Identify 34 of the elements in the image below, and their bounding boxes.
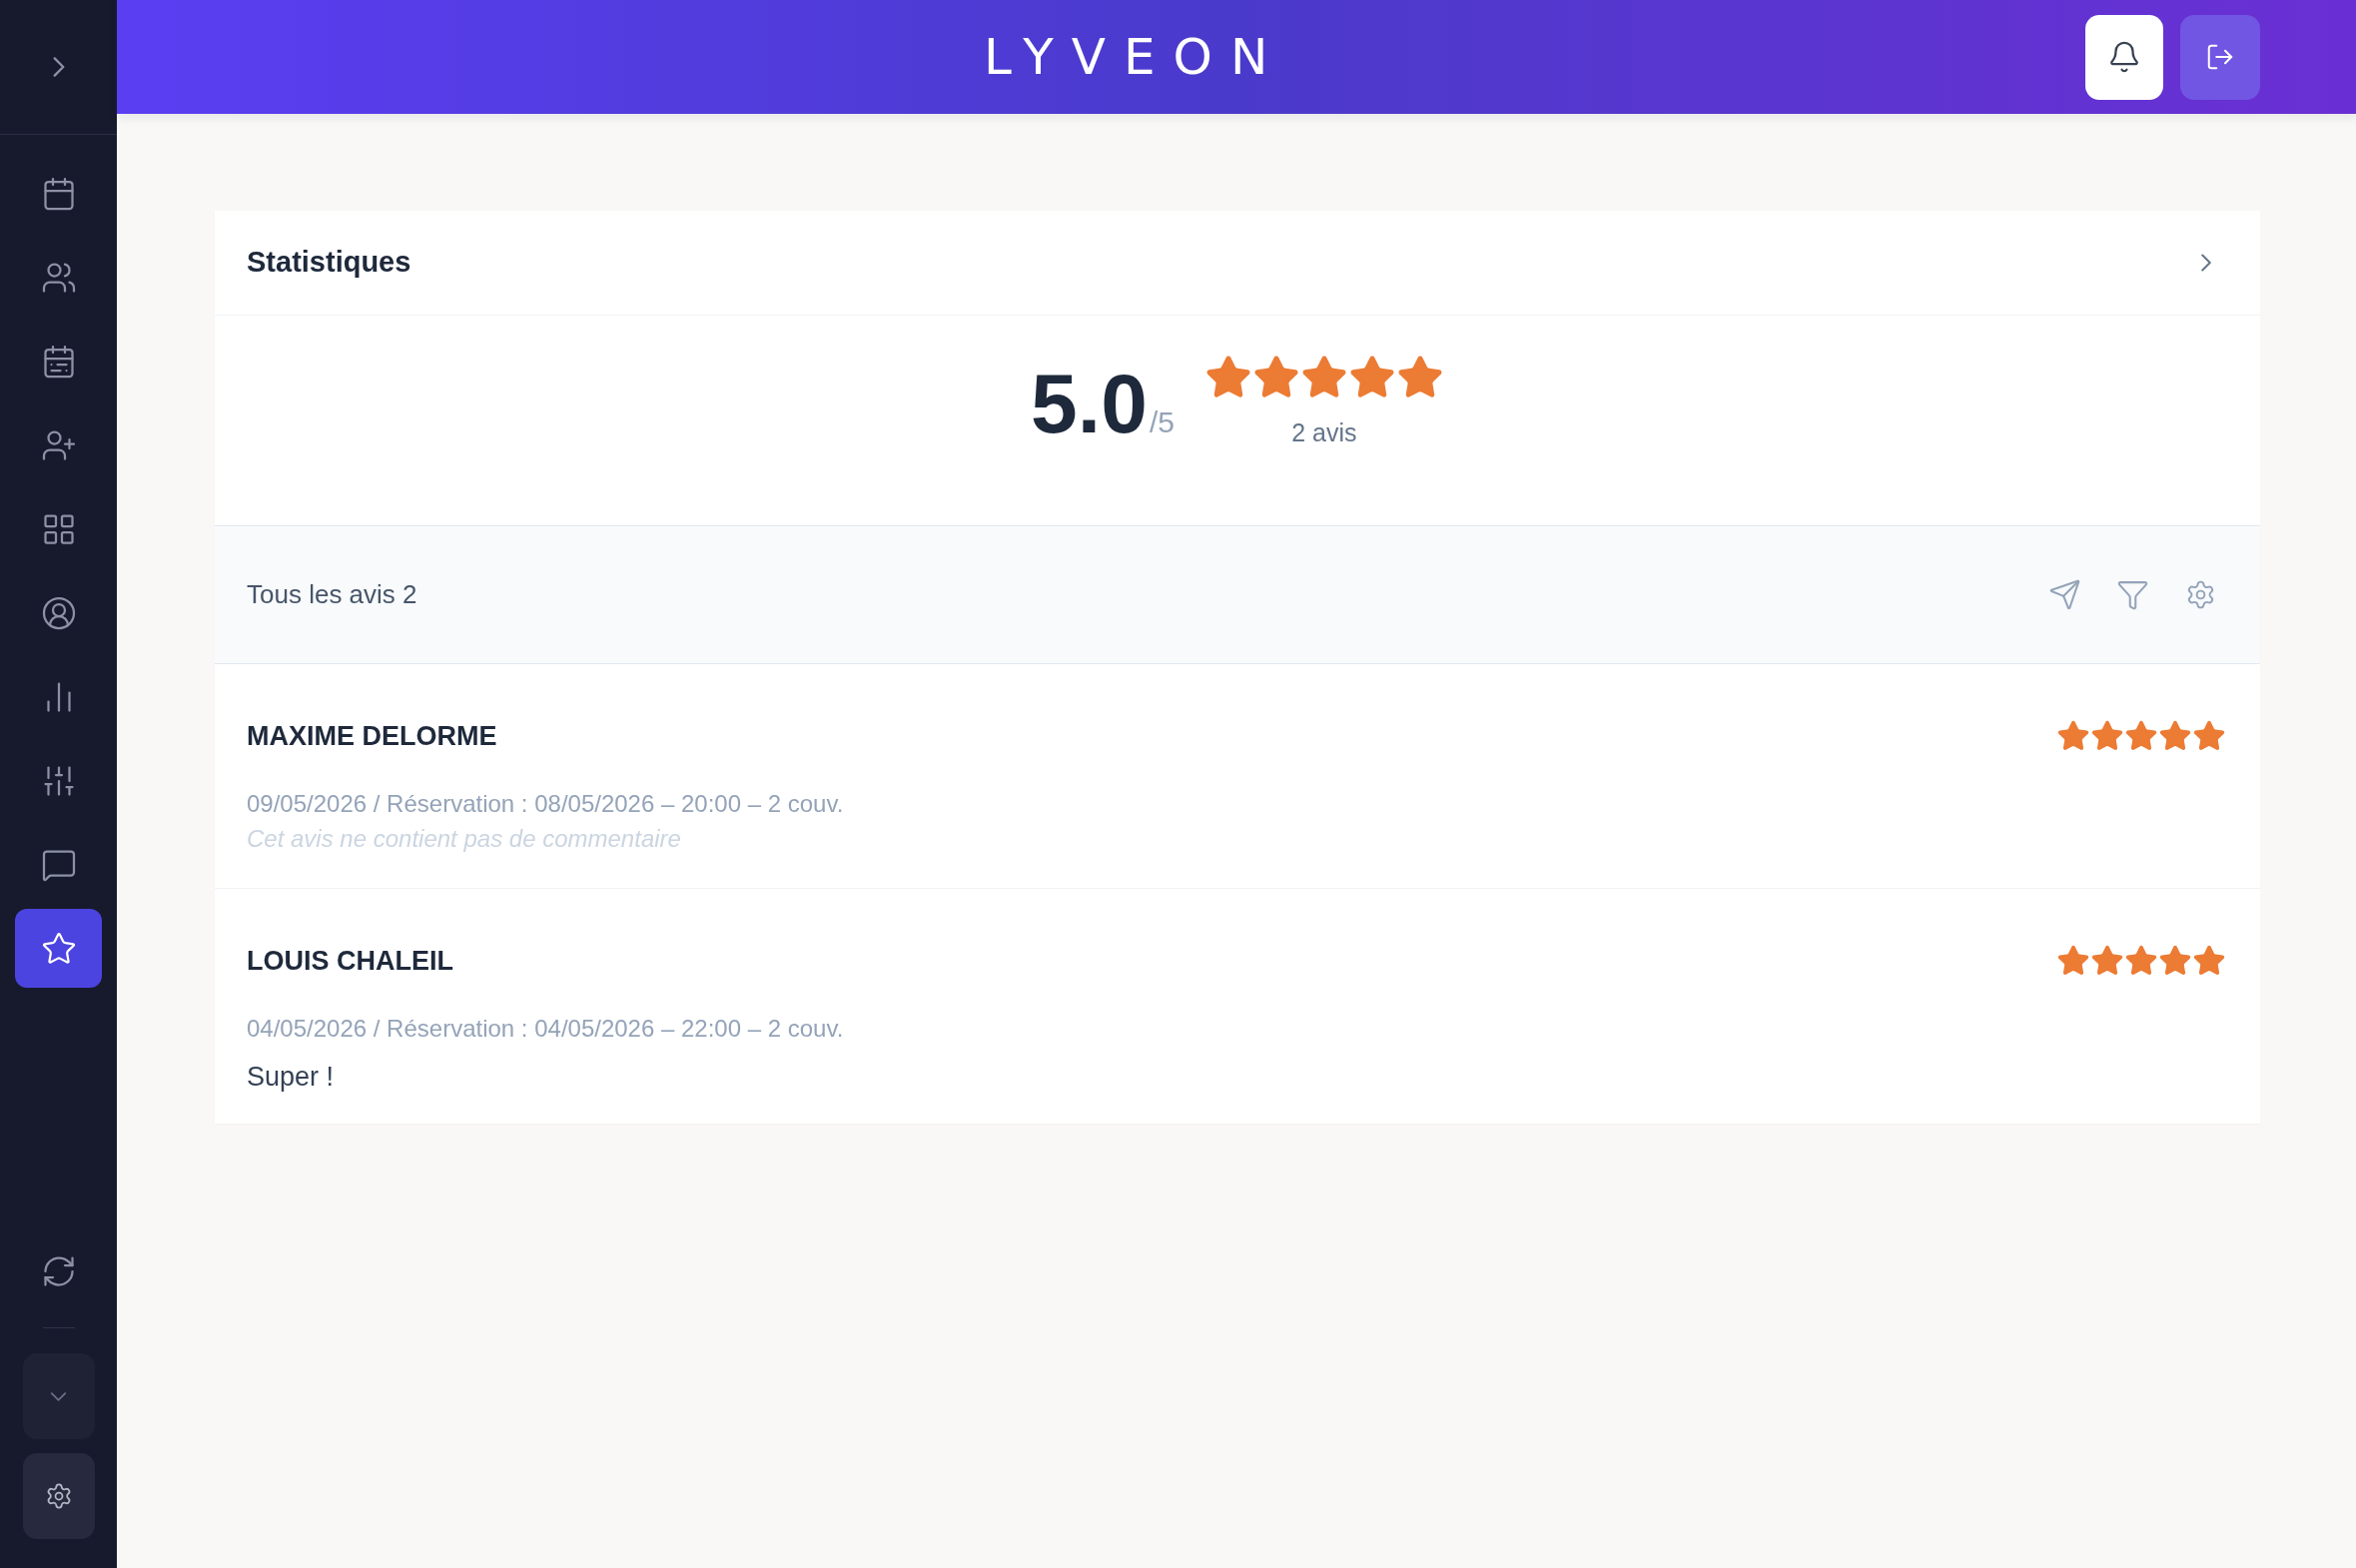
rating-scale: /5 — [1149, 407, 1175, 437]
star-icon — [2192, 719, 2226, 753]
card-title: Statistiques — [247, 245, 411, 281]
review-details: 09/05/2026 / Réservation : 08/05/2026 – 20:00 – 2 couv. — [247, 789, 844, 819]
logo: LYVEON — [984, 32, 1286, 82]
user-circle-icon — [40, 594, 77, 631]
reviewer-name: MAXIME DELORME — [247, 720, 498, 753]
filter-icon — [2115, 578, 2149, 611]
review-count: 2 avis — [1291, 417, 1357, 448]
bell-icon — [2107, 40, 2141, 74]
send-icon — [2047, 578, 2081, 611]
logout-button[interactable] — [2180, 14, 2260, 100]
star-icon — [2158, 944, 2192, 978]
section-title: Tous les avis 2 — [247, 578, 417, 611]
review-details: 04/05/2026 / Réservation : 04/05/2026 – 22:00 – 2 couv. — [247, 1014, 844, 1044]
star-icon — [2090, 944, 2124, 978]
chevron-right-icon — [2201, 254, 2211, 272]
notifications-button[interactable] — [2085, 14, 2163, 100]
star-icon — [2090, 719, 2124, 753]
star-icon — [40, 930, 77, 967]
star-icon — [2158, 719, 2192, 753]
star-icon — [2192, 944, 2226, 978]
sidebar-item[interactable] — [15, 909, 102, 988]
logout-icon — [2205, 42, 2235, 72]
chevron-down-icon — [50, 1391, 67, 1401]
star-icon — [2056, 719, 2090, 753]
star-icon — [2124, 719, 2158, 753]
average-rating: 5.0 — [1031, 362, 1148, 445]
review-comment: Super ! — [247, 1061, 335, 1094]
settings-button[interactable] — [22, 1453, 95, 1539]
star-icon — [2124, 944, 2158, 978]
reviewer-name: LOUIS CHALEIL — [247, 945, 454, 978]
chevron-right-icon — [52, 57, 65, 77]
star-icon — [2056, 944, 2090, 978]
